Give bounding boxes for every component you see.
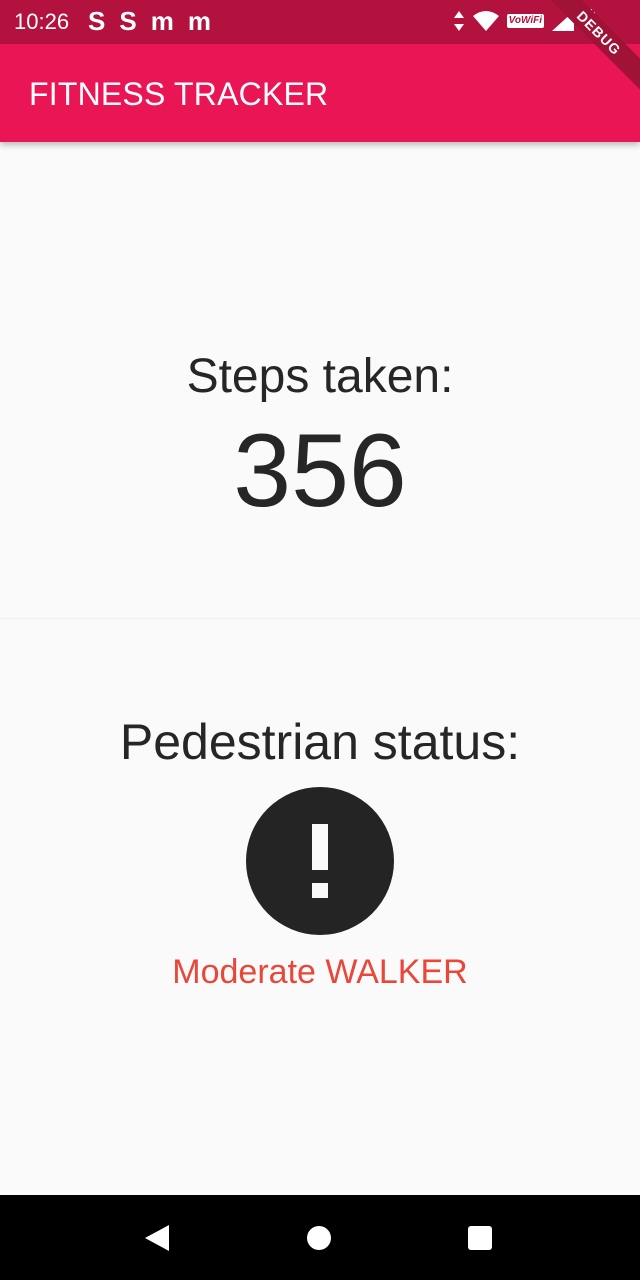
recents-icon[interactable] — [468, 1226, 492, 1250]
status-time: 10:26 — [14, 9, 70, 34]
notification-m-icon: m — [187, 6, 211, 36]
notification-s-icon: S — [119, 6, 137, 36]
home-icon[interactable] — [307, 1226, 331, 1250]
signal-icon — [552, 11, 574, 31]
pedestrian-status-label: Pedestrian status: — [119, 714, 521, 770]
notification-s-icon: S — [88, 6, 106, 36]
app-bar: FITNESS TRACKER — [0, 44, 640, 142]
pedestrian-status-value: Moderate WALKER — [172, 953, 468, 991]
section-divider — [0, 618, 640, 619]
status-bar: 10:26 S S m m VoWiFi — [0, 0, 640, 44]
vowifi-icon: VoWiFi — [506, 14, 544, 28]
data-arrows-icon — [453, 11, 464, 31]
battery-icon — [583, 9, 595, 33]
app-title: FITNESS TRACKER — [29, 76, 329, 112]
exclamation-bar — [312, 824, 328, 870]
exclamation-dot — [312, 883, 328, 898]
notification-m-icon: m — [150, 6, 174, 36]
notification-icons: S S m m — [88, 6, 211, 36]
back-icon[interactable] — [145, 1225, 169, 1251]
navigation-bar — [0, 1195, 640, 1280]
steps-label: Steps taken: — [186, 350, 454, 403]
steps-count: 356 — [233, 413, 407, 529]
status-right-icons: VoWiFi — [453, 9, 596, 33]
wifi-icon — [472, 11, 499, 31]
error-exclamation-icon — [246, 787, 394, 935]
